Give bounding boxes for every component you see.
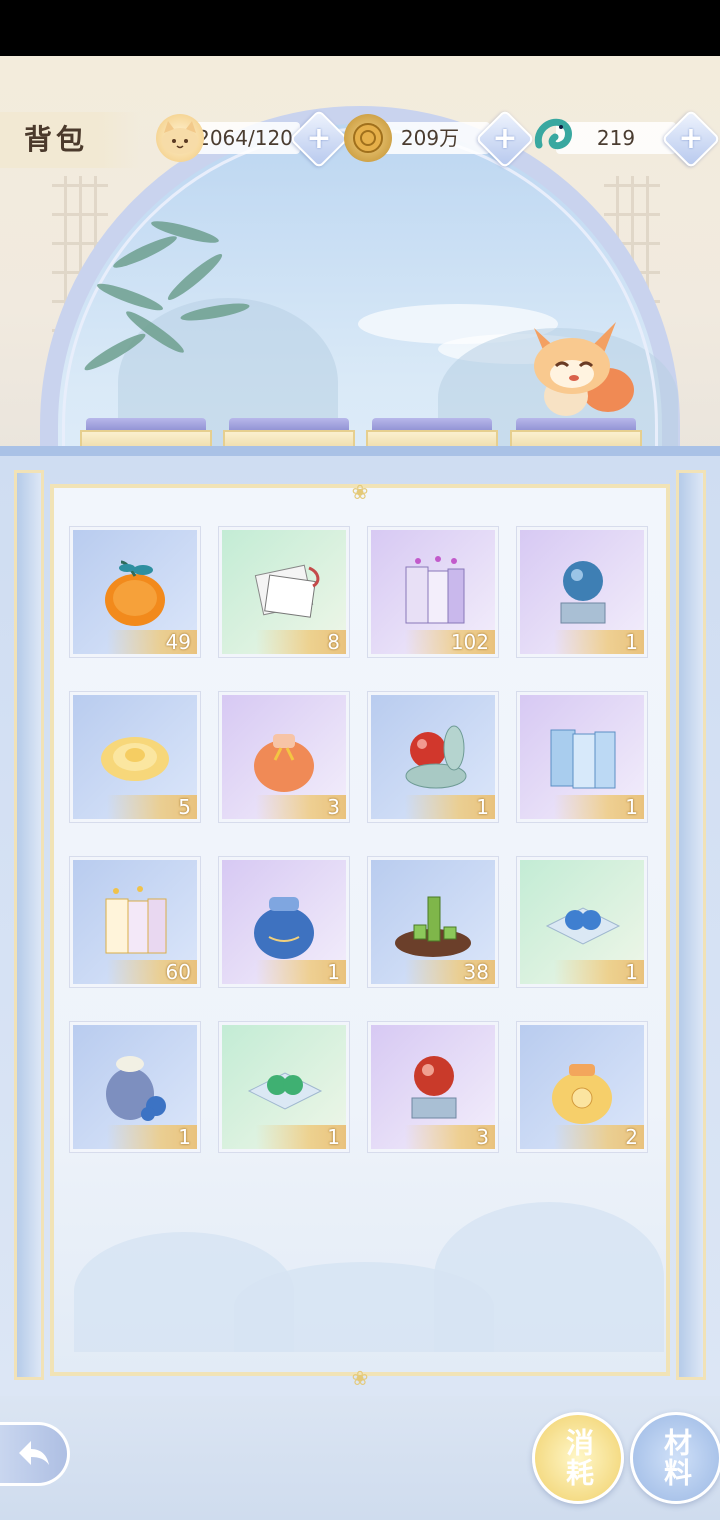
add-gold-button[interactable]: + xyxy=(475,109,535,169)
item-count: 1 xyxy=(107,1125,197,1149)
item-slot-red-pearl-case[interactable]: 1 xyxy=(368,692,498,822)
tab-consumables[interactable]: 消耗 xyxy=(532,1412,624,1504)
gold-coin-icon xyxy=(344,114,392,162)
item-count: 49 xyxy=(107,630,197,654)
item-slot-blue-pearl-on-box[interactable]: 1 xyxy=(517,527,647,657)
item-slot-red-pearl-on-box[interactable]: 3 xyxy=(368,1022,498,1152)
item-slot-orange-pouch[interactable]: 3 xyxy=(219,692,349,822)
item-count: 60 xyxy=(107,960,197,984)
item-slot-blue-pouch[interactable]: 1 xyxy=(219,857,349,987)
item-slot-blue-beads-cloth[interactable]: 1 xyxy=(517,857,647,987)
item-slot-green-beads-cloth[interactable]: 1 xyxy=(219,1022,349,1152)
fox-pet-icon[interactable] xyxy=(520,318,640,422)
header-bar: 背包 2064/120 + 209万 + 219 + xyxy=(0,109,720,169)
add-stamina-button[interactable]: + xyxy=(289,109,349,169)
item-slot-blue-gourd-bag[interactable]: 1 xyxy=(70,1022,200,1152)
item-slot-golden-pouch[interactable]: 2 xyxy=(517,1022,647,1152)
lotus-ornament-top: ❀ xyxy=(351,480,369,504)
frame-pillar-right xyxy=(676,470,706,1380)
item-count: 1 xyxy=(554,630,644,654)
item-count: 8 xyxy=(256,630,346,654)
item-slot-blue-score-books[interactable]: 1 xyxy=(517,692,647,822)
item-count: 1 xyxy=(554,960,644,984)
item-count: 38 xyxy=(405,960,495,984)
item-count: 3 xyxy=(256,795,346,819)
item-count: 1 xyxy=(256,1125,346,1149)
item-slot-scroll-papers[interactable]: 8 xyxy=(219,527,349,657)
item-slot-golden-score-books[interactable]: 60 xyxy=(70,857,200,987)
tab-materials[interactable]: 材料 xyxy=(630,1412,720,1504)
item-slot-music-score-books[interactable]: 102 xyxy=(368,527,498,657)
item-count: 102 xyxy=(405,630,495,654)
frame-pillar-left xyxy=(14,470,44,1380)
item-count: 2 xyxy=(554,1125,644,1149)
page-title: 背包 xyxy=(0,112,140,168)
item-slot-golden-rose[interactable]: 5 xyxy=(70,692,200,822)
status-bar xyxy=(0,0,720,56)
jade-dragon-icon xyxy=(530,114,578,162)
back-arrow-icon xyxy=(18,1441,49,1465)
add-jade-button[interactable]: + xyxy=(661,109,720,169)
item-count: 1 xyxy=(405,795,495,819)
stamina-counter: 2064/120 xyxy=(190,122,300,154)
item-slot-bamboo-tray[interactable]: 38 xyxy=(368,857,498,987)
cat-face-icon xyxy=(156,114,204,162)
item-count: 3 xyxy=(405,1125,495,1149)
lotus-ornament-bottom: ❀ xyxy=(351,1366,369,1390)
item-count: 5 xyxy=(107,795,197,819)
back-button[interactable] xyxy=(0,1422,70,1486)
item-count: 1 xyxy=(256,960,346,984)
item-slot-orange-fruit[interactable]: 49 xyxy=(70,527,200,657)
item-count: 1 xyxy=(554,795,644,819)
